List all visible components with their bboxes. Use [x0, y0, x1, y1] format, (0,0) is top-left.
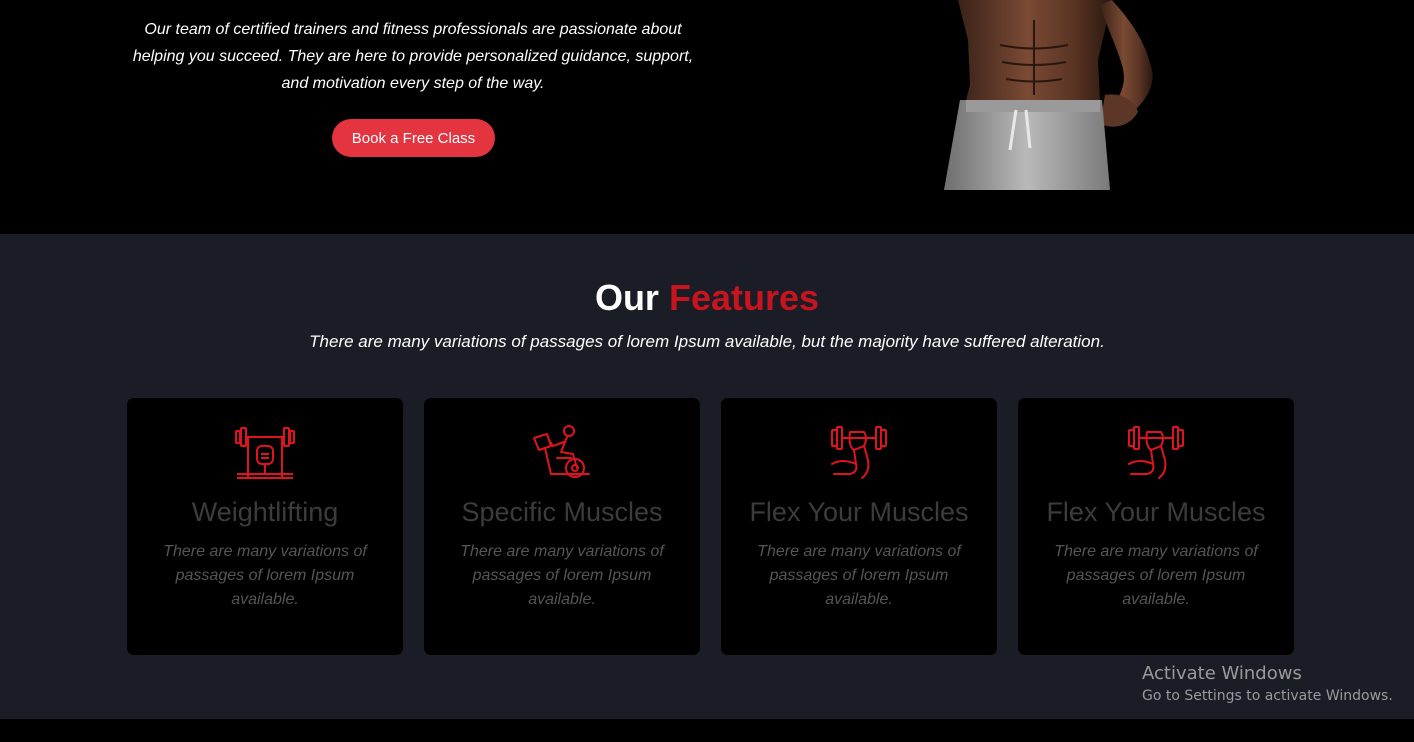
- hero-description: Our team of certified trainers and fitne…: [132, 21, 694, 92]
- card-description: There are many variations of passages of…: [460, 543, 664, 608]
- feature-card-specific-muscles[interactable]: Specific Muscles There are many variatio…: [424, 398, 700, 655]
- feature-card-flex-muscles-1[interactable]: Flex Your Muscles There are many variati…: [721, 398, 997, 655]
- card-title: Specific Muscles: [461, 497, 663, 527]
- feature-card-flex-muscles-2[interactable]: Flex Your Muscles There are many variati…: [1018, 398, 1294, 655]
- book-free-class-button[interactable]: Book a Free Class: [332, 119, 495, 157]
- bench-press-icon: [235, 427, 295, 479]
- card-title: Weightlifting: [191, 497, 339, 527]
- trainer-image: [944, 0, 1153, 190]
- exercise-bike-icon: [533, 425, 590, 478]
- card-description: There are many variations of passages of…: [163, 543, 367, 608]
- features-heading: Our Features: [0, 276, 1414, 320]
- watermark-subtitle: Go to Settings to activate Windows.: [1142, 688, 1393, 704]
- flex-dumbbell-icon: [831, 426, 887, 479]
- card-description: There are many variations of passages of…: [1054, 543, 1258, 608]
- flex-dumbbell-icon: [1128, 426, 1184, 479]
- feature-card-weightlifting[interactable]: Weightlifting There are many variations …: [127, 398, 403, 655]
- footer-strip: [0, 719, 1414, 742]
- features-heading-part2: Features: [668, 277, 820, 318]
- activate-windows-watermark: Activate Windows Go to Settings to activ…: [1142, 662, 1393, 706]
- card-title: Flex Your Muscles: [749, 497, 969, 527]
- card-title: Flex Your Muscles: [1046, 497, 1266, 527]
- features-section: Our Features There are many variations o…: [0, 234, 1414, 719]
- hero-section: Our team of certified trainers and fitne…: [0, 0, 1414, 234]
- features-subtitle: There are many variations of passages of…: [309, 332, 1105, 351]
- features-heading-part1: Our: [594, 277, 659, 318]
- watermark-title: Activate Windows: [1142, 663, 1302, 684]
- card-description: There are many variations of passages of…: [757, 543, 961, 608]
